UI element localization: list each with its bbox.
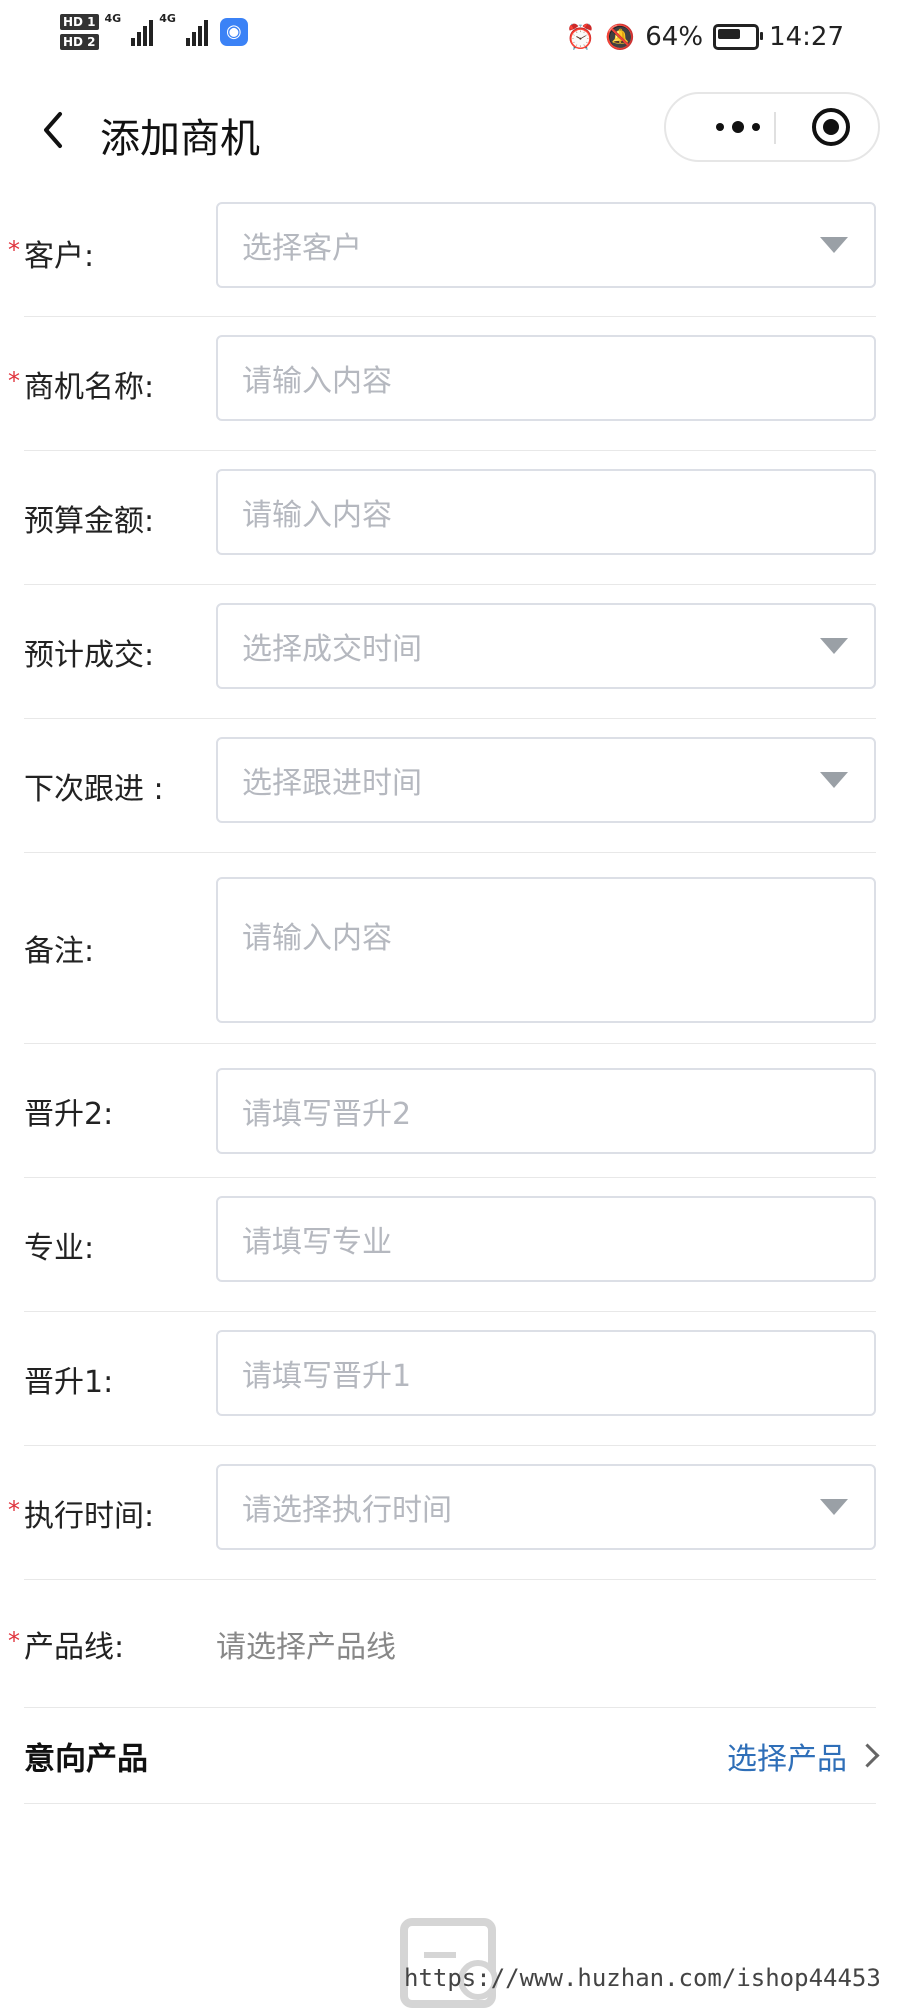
budget-input[interactable]: 请输入内容 — [216, 469, 876, 555]
opportunity-name-input[interactable]: 请输入内容 — [216, 335, 876, 421]
sim2-badge: HD 2 — [60, 34, 99, 50]
required-mark: * — [8, 1495, 20, 1524]
form-row-remark: 备注: 请输入内容 — [24, 853, 876, 1044]
mini-program-capsule — [664, 92, 880, 162]
major-input[interactable]: 请填写专业 — [216, 1196, 876, 1282]
expected-deal-label: 预计成交: — [24, 637, 155, 673]
form-row-promotion2: 晋升2: 请填写晋升2 — [24, 1044, 876, 1178]
add-opportunity-form: * 客户: 选择客户 * 商机名称: 请输入内容 预算金额: 请输入内容 预计成… — [0, 190, 900, 1804]
required-mark: * — [8, 1626, 20, 1655]
promotion2-label: 晋升2: — [24, 1096, 114, 1132]
promotion1-placeholder: 请填写晋升1 — [242, 1359, 412, 1394]
promotion2-input[interactable]: 请填写晋升2 — [216, 1068, 876, 1154]
watermark-text: https://www.huzhan.com/ishop44453 — [404, 1964, 881, 1992]
form-row-major: 专业: 请填写专业 — [24, 1178, 876, 1312]
expected-deal-date-picker[interactable]: 选择成交时间 — [216, 603, 876, 689]
budget-label: 预算金额: — [24, 503, 155, 539]
intent-product-heading: 意向产品 — [24, 1741, 148, 1777]
dropdown-caret-icon — [820, 237, 848, 253]
form-row-exec-time: * 执行时间: 请选择执行时间 — [8, 1446, 876, 1580]
remark-textarea[interactable]: 请输入内容 — [216, 877, 876, 1023]
status-bar: HD 1 HD 2 4G 4G ◉ ⏰ 🔕 64% 14:27 — [0, 0, 900, 80]
network-type-1: 4G — [104, 12, 122, 25]
select-product-link[interactable]: 选择产品 — [727, 1734, 880, 1778]
form-row-customer: * 客户: 选择客户 — [8, 190, 876, 317]
select-product-label: 选择产品 — [727, 1741, 847, 1777]
form-row-expected-deal: 预计成交: 选择成交时间 — [24, 585, 876, 719]
back-arrow-icon[interactable] — [36, 108, 76, 152]
signal-icon-1 — [131, 14, 154, 46]
close-mini-program-icon[interactable] — [812, 108, 850, 146]
chevron-right-icon — [855, 1743, 880, 1768]
next-followup-placeholder: 选择跟进时间 — [242, 766, 422, 801]
promotion1-label: 晋升1: — [24, 1364, 114, 1400]
form-row-intent-product: 意向产品 选择产品 — [24, 1708, 880, 1804]
form-row-promotion1: 晋升1: 请填写晋升1 — [24, 1312, 876, 1446]
page-title: 添加商机 — [100, 116, 260, 162]
capsule-divider — [774, 112, 776, 144]
budget-placeholder: 请输入内容 — [242, 498, 392, 533]
next-followup-label: 下次跟进 : — [24, 771, 164, 807]
major-placeholder: 请填写专业 — [242, 1225, 392, 1260]
battery-percent: 64% — [645, 22, 704, 52]
customer-select[interactable]: 选择客户 — [216, 202, 876, 288]
dropdown-caret-icon — [820, 1499, 848, 1515]
exec-time-placeholder: 请选择执行时间 — [242, 1493, 452, 1528]
customer-label: 客户: — [24, 239, 95, 274]
more-menu-icon[interactable] — [698, 94, 778, 160]
product-line-picker[interactable]: 请选择产品线 — [216, 1622, 396, 1666]
product-line-label: 产品线: — [24, 1629, 125, 1665]
battery-icon — [713, 24, 764, 50]
status-right: ⏰ 🔕 64% 14:27 — [565, 22, 844, 52]
customer-placeholder: 选择客户 — [242, 231, 362, 266]
signal-icon-2 — [185, 14, 208, 46]
next-followup-date-picker[interactable]: 选择跟进时间 — [216, 737, 876, 823]
alarm-icon: ⏰ — [565, 23, 596, 51]
clock: 14:27 — [769, 22, 844, 52]
exec-time-date-picker[interactable]: 请选择执行时间 — [216, 1464, 876, 1550]
expected-deal-placeholder: 选择成交时间 — [242, 632, 422, 667]
form-row-product-line[interactable]: * 产品线: 请选择产品线 — [8, 1580, 876, 1708]
opportunity-name-placeholder: 请输入内容 — [242, 364, 392, 399]
required-mark: * — [8, 236, 20, 265]
dropdown-caret-icon — [820, 638, 848, 654]
status-left: HD 1 HD 2 4G 4G ◉ — [60, 12, 248, 50]
required-mark: * — [8, 366, 20, 395]
app-notification-icon: ◉ — [219, 18, 248, 46]
network-type-2: 4G — [159, 12, 176, 25]
dropdown-caret-icon — [820, 772, 848, 788]
sim1-badge: HD 1 — [60, 14, 99, 30]
exec-time-label: 执行时间: — [24, 1498, 155, 1534]
empty-document-icon — [400, 1918, 498, 2008]
opportunity-name-label: 商机名称: — [24, 369, 155, 405]
form-row-next-followup: 下次跟进 : 选择跟进时间 — [24, 719, 876, 853]
promotion2-placeholder: 请填写晋升2 — [242, 1097, 412, 1132]
remark-label: 备注: — [24, 934, 95, 969]
form-row-opportunity-name: * 商机名称: 请输入内容 — [8, 317, 876, 451]
remark-placeholder: 请输入内容 — [242, 921, 392, 956]
nav-bar: 添加商机 — [0, 80, 900, 180]
major-label: 专业: — [24, 1230, 95, 1266]
sim-badges: HD 1 HD 2 — [60, 14, 99, 50]
mute-bell-icon: 🔕 — [605, 23, 636, 51]
form-row-budget: 预算金额: 请输入内容 — [24, 451, 876, 585]
promotion1-input[interactable]: 请填写晋升1 — [216, 1330, 876, 1416]
